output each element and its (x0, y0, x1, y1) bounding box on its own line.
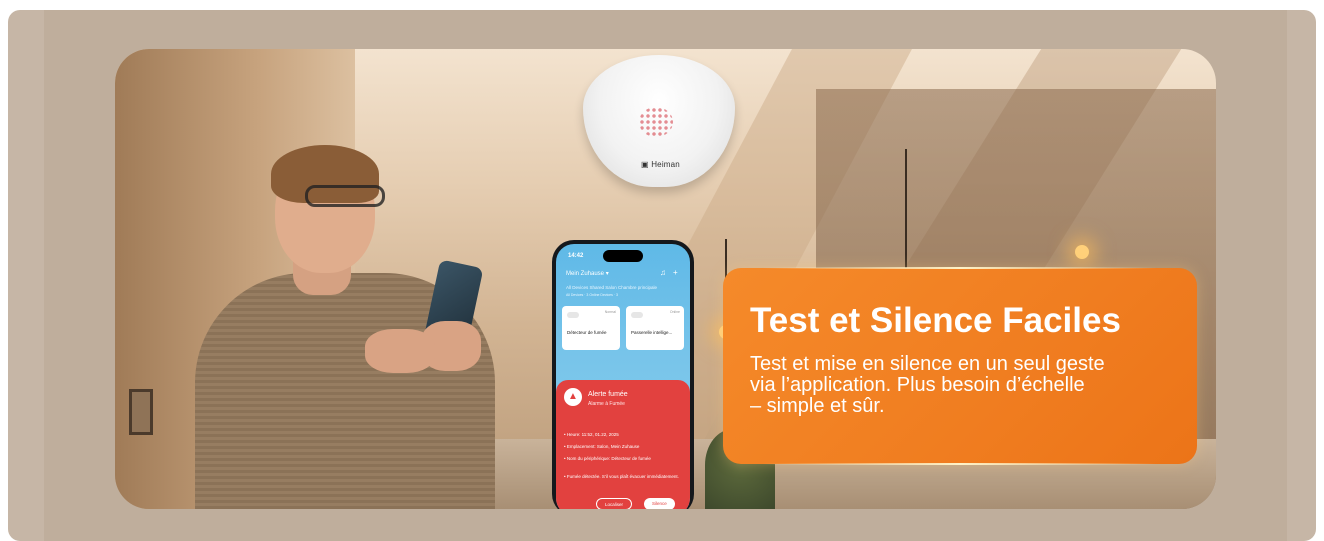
detector-brand: ▣ Heiman (641, 160, 680, 169)
app-screen: 14:42 Mein Zuhause ▾ ♫ + All Devices Sha… (556, 244, 690, 509)
description-line: via l’application. Plus besoin d’échelle (750, 374, 1085, 396)
room-tabs[interactable]: All Devices Shared Salon Chambre princip… (566, 285, 657, 290)
bell-icon[interactable]: ♫ (660, 268, 666, 277)
device-name: Passerelle intellige... (631, 330, 673, 335)
alert-detail: Fumée détectée. S’il vous plaît évacuer … (564, 474, 682, 480)
feature-title: Test et Silence Faciles (750, 301, 1121, 340)
smoke-alert-panel: ▲ Alerte fumée Alarme à Fumée Heure: 11:… (556, 380, 690, 509)
feature-callout: Test et Silence Faciles Test et mise en … (723, 267, 1197, 465)
device-status: Online (669, 310, 680, 314)
status-time: 14:42 (568, 253, 584, 259)
silence-button[interactable]: Silence (644, 498, 675, 509)
wall-picture (129, 389, 153, 435)
device-card[interactable]: Normal Détecteur de fumée (562, 306, 620, 350)
speaker-grille (639, 107, 673, 137)
detector-icon (567, 312, 579, 318)
description-line: – simple et sûr. (750, 395, 885, 417)
alert-detail: Nom du périphérique: Détecteur de fumée (564, 456, 682, 462)
feature-description: Test et mise en silence en un seul geste… (750, 354, 1180, 417)
description-line: Test et mise en silence en un seul geste (750, 353, 1105, 375)
gateway-icon (631, 312, 643, 318)
fire-icon: ▲ (564, 388, 582, 406)
plus-icon[interactable]: + (673, 268, 678, 277)
device-card[interactable]: Online Passerelle intellige... (626, 306, 684, 350)
device-counts: All Devices · 3 Online Devices · 3 (566, 293, 618, 297)
wall-lamp (1075, 245, 1089, 259)
device-name: Détecteur de fumée (567, 330, 607, 335)
alert-detail: Emplacement: Salon, Mein Zuhause (564, 444, 682, 450)
locate-button[interactable]: Localiser (596, 498, 633, 509)
smoke-detector: ▣ Heiman (583, 55, 735, 187)
man-person (175, 145, 515, 509)
glasses (305, 185, 385, 207)
alert-detail: Heure: 11:52, 01.22, 2025 (564, 432, 682, 438)
alert-title: Alerte fumée (588, 391, 628, 398)
phone-mockup: 14:42 Mein Zuhause ▾ ♫ + All Devices Sha… (552, 240, 694, 509)
device-status: Normal (604, 310, 616, 314)
home-selector[interactable]: Mein Zuhause ▾ (566, 270, 609, 277)
alert-subtitle: Alarme à Fumée (588, 401, 625, 407)
